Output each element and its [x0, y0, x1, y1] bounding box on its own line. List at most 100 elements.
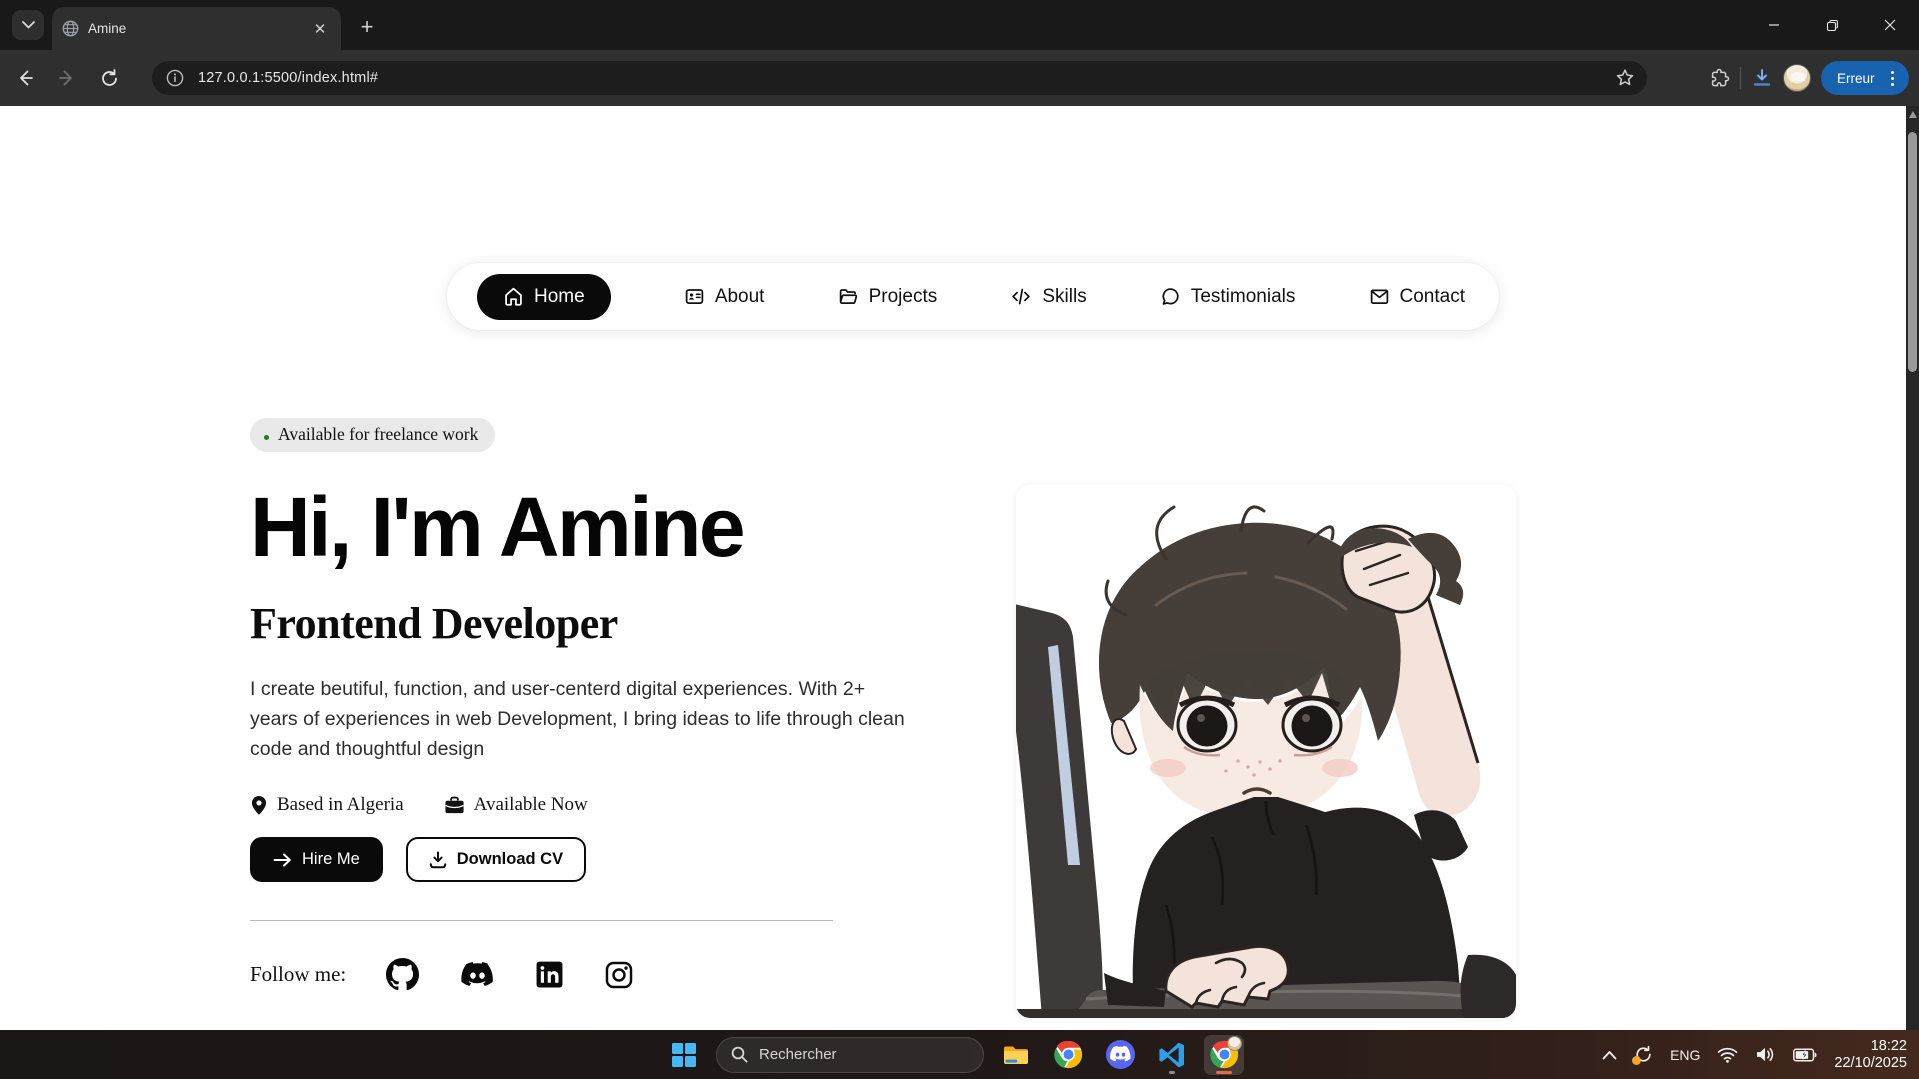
- discord-link[interactable]: [461, 962, 494, 988]
- nav-item-testimonials[interactable]: Testimonials: [1160, 286, 1296, 308]
- download-cv-label: Download CV: [457, 850, 563, 869]
- toolbar-right: Erreur: [1709, 50, 1909, 106]
- back-button[interactable]: [8, 61, 42, 95]
- mail-icon: [1369, 286, 1390, 307]
- scrollbar-thumb[interactable]: [1908, 132, 1917, 372]
- minimize-button[interactable]: [1745, 0, 1803, 50]
- new-tab-button[interactable]: +: [352, 12, 382, 42]
- wifi-icon[interactable]: [1717, 1047, 1738, 1063]
- clock-date: 22/10/2025: [1834, 1055, 1907, 1072]
- site-info-icon[interactable]: [166, 69, 184, 87]
- back-arrow-icon: [15, 68, 35, 88]
- search-icon: [731, 1046, 748, 1063]
- system-tray: ENG 18:22 22/10/2025: [1602, 1030, 1907, 1079]
- browser-titlebar: Amine ✕ +: [0, 0, 1919, 50]
- tab-close-button[interactable]: ✕: [309, 18, 331, 40]
- social-links: [386, 958, 633, 991]
- page-viewport: Home About Projects Skills Testimonials …: [0, 106, 1906, 1030]
- hire-me-button[interactable]: Hire Me: [250, 837, 383, 882]
- extensions-icon[interactable]: [1709, 68, 1730, 89]
- bookmark-star-icon[interactable]: [1615, 68, 1635, 88]
- tab-search-button[interactable]: [12, 10, 44, 40]
- linkedin-icon: [536, 961, 563, 988]
- globe-favicon-icon: [62, 20, 79, 37]
- home-icon: [503, 286, 524, 307]
- hidden-icons-chevron-icon[interactable]: [1602, 1050, 1617, 1060]
- taskbar-clock[interactable]: 18:22 22/10/2025: [1834, 1038, 1907, 1072]
- scrollbar-up-arrow-icon[interactable]: [1909, 111, 1917, 118]
- forward-arrow-icon: [57, 68, 77, 88]
- windows-logo-icon: [671, 1042, 697, 1068]
- nav-item-home[interactable]: Home: [477, 274, 611, 320]
- window-controls: [1745, 0, 1919, 50]
- chrome-button[interactable]: [1048, 1035, 1088, 1075]
- github-icon: [386, 958, 419, 991]
- close-window-button[interactable]: [1861, 0, 1919, 50]
- location-pin-icon: [250, 795, 268, 816]
- download-icon[interactable]: [1751, 67, 1773, 89]
- taskbar-search[interactable]: Rechercher: [716, 1037, 984, 1073]
- nav-item-skills[interactable]: Skills: [1010, 286, 1086, 308]
- taskbar-search-placeholder: Rechercher: [759, 1046, 837, 1063]
- clock-time: 18:22: [1834, 1038, 1907, 1055]
- browser-menu-button[interactable]: Erreur: [1821, 61, 1909, 95]
- github-link[interactable]: [386, 958, 419, 991]
- nav-label: Contact: [1400, 286, 1465, 308]
- chrome-active-indicator: [1216, 1071, 1232, 1074]
- volume-icon[interactable]: [1755, 1046, 1776, 1063]
- linkedin-link[interactable]: [536, 961, 563, 988]
- nav-item-about[interactable]: About: [684, 286, 765, 308]
- download-cv-button[interactable]: Download CV: [406, 837, 586, 882]
- discord-icon: [461, 962, 494, 988]
- briefcase-icon: [444, 795, 465, 815]
- page-title: Hi, I'm Amine: [250, 485, 940, 569]
- badge-text: Available for freelance work: [278, 424, 478, 445]
- folder-icon: [838, 286, 859, 307]
- hero-divider: [250, 920, 833, 921]
- nav-label: Home: [534, 286, 585, 308]
- follow-label: Follow me:: [250, 962, 346, 987]
- nav-label: Testimonials: [1191, 286, 1296, 308]
- chrome-profile-button[interactable]: [1204, 1035, 1244, 1075]
- taskbar-apps: Rechercher: [664, 1030, 1244, 1079]
- page-scrollbar[interactable]: [1906, 106, 1919, 1030]
- arrow-right-icon: [273, 852, 292, 868]
- profile-avatar[interactable]: [1783, 64, 1811, 92]
- availability-badge: Available for freelance work: [250, 418, 495, 452]
- address-bar[interactable]: 127.0.0.1:5500/index.html#: [152, 61, 1647, 95]
- instagram-link[interactable]: [605, 961, 633, 989]
- hero-subtitle: Frontend Developer: [250, 598, 940, 649]
- nav-item-projects[interactable]: Projects: [838, 286, 938, 308]
- vscode-button[interactable]: [1152, 1035, 1192, 1075]
- hero-description: I create beutiful, function, and user-ce…: [250, 674, 905, 764]
- availability-item: Available Now: [444, 794, 588, 816]
- hire-me-label: Hire Me: [302, 850, 360, 869]
- update-tray-button[interactable]: [1634, 1045, 1653, 1064]
- url-text[interactable]: 127.0.0.1:5500/index.html#: [198, 70, 1615, 86]
- reload-icon: [100, 69, 119, 88]
- chrome-icon: [1053, 1039, 1084, 1070]
- tab-title: Amine: [88, 21, 309, 36]
- file-explorer-button[interactable]: [996, 1035, 1036, 1075]
- reload-button[interactable]: [92, 61, 126, 95]
- close-icon: [1884, 19, 1896, 31]
- browser-tab[interactable]: Amine ✕: [52, 7, 341, 50]
- maximize-button[interactable]: [1803, 0, 1861, 50]
- nav-item-contact[interactable]: Contact: [1369, 286, 1465, 308]
- start-button[interactable]: [664, 1035, 704, 1075]
- discord-button[interactable]: [1100, 1035, 1140, 1075]
- hero-buttons: Hire Me Download CV: [250, 837, 940, 882]
- language-indicator[interactable]: ENG: [1670, 1047, 1700, 1063]
- profile-badge-avatar: [1227, 1036, 1242, 1051]
- minimize-icon: [1768, 19, 1780, 31]
- boy-at-laptop-illustration: [1016, 485, 1516, 1018]
- vscode-running-indicator: [1169, 1071, 1175, 1074]
- file-explorer-icon: [1001, 1040, 1031, 1070]
- taskbar: Rechercher: [0, 1030, 1919, 1079]
- browser-toolbar: 127.0.0.1:5500/index.html# Erreur: [0, 50, 1919, 106]
- battery-icon[interactable]: [1793, 1048, 1817, 1062]
- hero-section: Available for freelance work Hi, I'm Ami…: [250, 418, 940, 991]
- chat-icon: [1160, 286, 1181, 307]
- forward-button[interactable]: [50, 61, 84, 95]
- id-card-icon: [684, 286, 705, 307]
